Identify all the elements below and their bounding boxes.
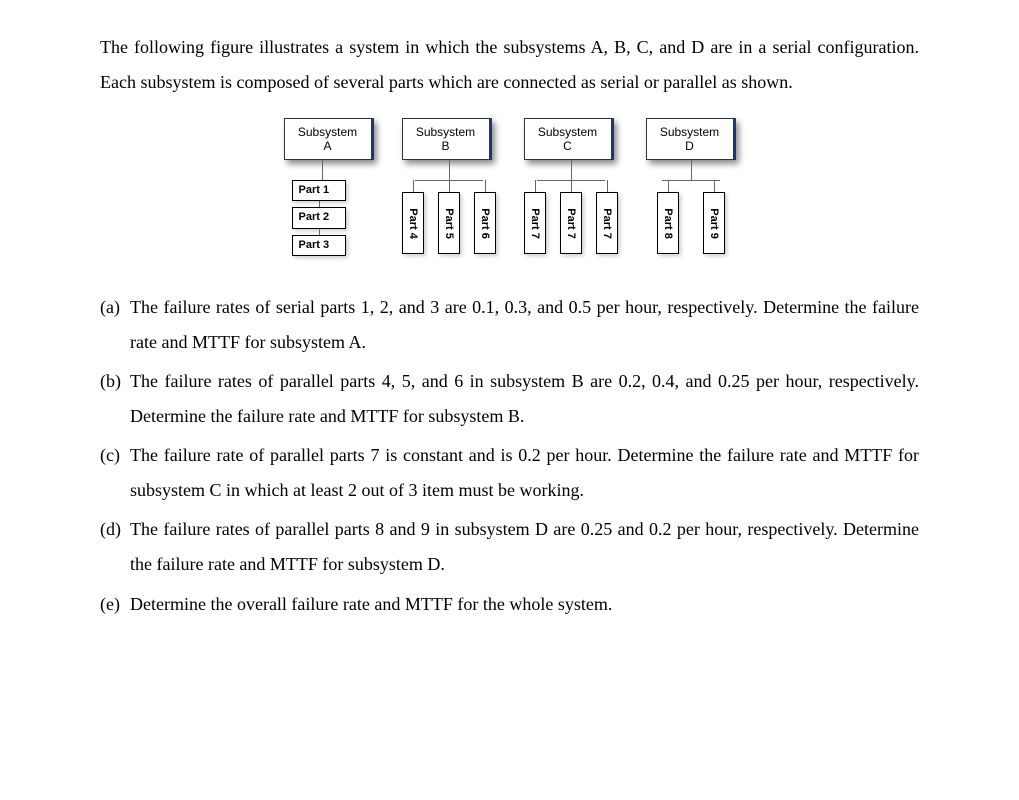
subsystem-c: Subsystem C Part 7 Part 7 Part 7: [524, 118, 618, 262]
part-box: Part 9: [703, 192, 725, 254]
subsystem-d: Subsystem D Part 8 Part 9: [646, 118, 736, 262]
subsystem-d-box: Subsystem D: [646, 118, 736, 160]
question-label: (a): [100, 290, 130, 360]
part-box: Part 7: [596, 192, 618, 254]
question-label: (e): [100, 587, 130, 622]
question-list: (a)The failure rates of serial parts 1, …: [100, 290, 919, 622]
question-label: (b): [100, 364, 130, 434]
question-text: The failure rate of parallel parts 7 is …: [130, 438, 919, 508]
question-text: The failure rates of parallel parts 8 an…: [130, 512, 919, 582]
subsystem-a-parts: Part 1 Part 2 Part 3: [292, 180, 374, 256]
question-text: The failure rates of serial parts 1, 2, …: [130, 290, 919, 360]
question-a: (a)The failure rates of serial parts 1, …: [100, 290, 919, 360]
question-text: The failure rates of parallel parts 4, 5…: [130, 364, 919, 434]
question-b: (b)The failure rates of parallel parts 4…: [100, 364, 919, 434]
subsystem-b: Subsystem B Part 4 Part 5 Part 6: [402, 118, 496, 262]
part-box: Part 3: [292, 235, 346, 256]
part-box: Part 8: [657, 192, 679, 254]
subsystem-d-parts: Part 8 Part 9: [657, 180, 725, 254]
part-box: Part 6: [474, 192, 496, 254]
part-box: Part 5: [438, 192, 460, 254]
question-label: (d): [100, 512, 130, 582]
question-text: Determine the overall failure rate and M…: [130, 587, 919, 622]
part-box: Part 7: [560, 192, 582, 254]
part-box: Part 2: [292, 207, 346, 228]
part-box: Part 1: [292, 180, 346, 201]
subsystem-c-parts: Part 7 Part 7 Part 7: [524, 180, 618, 254]
subsystem-b-parts: Part 4 Part 5 Part 6: [402, 180, 496, 254]
subsystem-b-box: Subsystem B: [402, 118, 492, 160]
part-box: Part 7: [524, 192, 546, 254]
question-d: (d)The failure rates of parallel parts 8…: [100, 512, 919, 582]
system-figure: Subsystem A Part 1 Part 2 Part 3 Subsyst…: [100, 118, 919, 262]
intro-paragraph: The following figure illustrates a syste…: [100, 30, 919, 100]
question-label: (c): [100, 438, 130, 508]
subsystem-a: Subsystem A Part 1 Part 2 Part 3: [284, 118, 374, 262]
subsystem-c-box: Subsystem C: [524, 118, 614, 160]
question-e: (e)Determine the overall failure rate an…: [100, 587, 919, 622]
part-box: Part 4: [402, 192, 424, 254]
question-c: (c)The failure rate of parallel parts 7 …: [100, 438, 919, 508]
subsystem-a-box: Subsystem A: [284, 118, 374, 160]
